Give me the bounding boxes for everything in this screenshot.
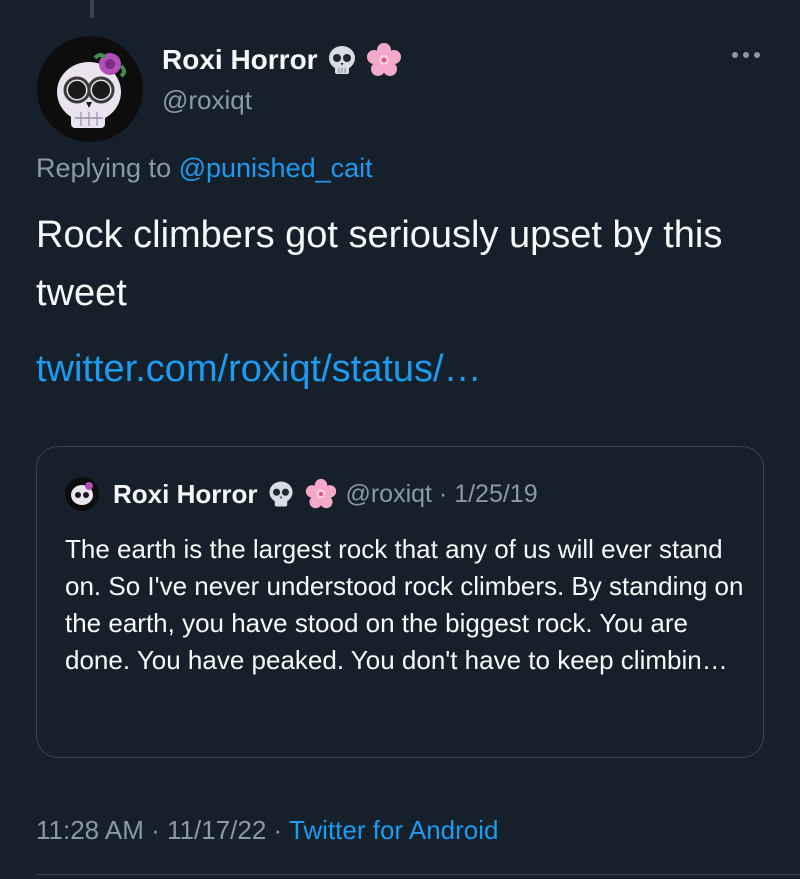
tweet-source-link[interactable]: Twitter for Android <box>289 815 499 845</box>
cherry-blossom-icon <box>366 43 401 76</box>
thread-connector-line <box>90 0 94 18</box>
tweet-timestamp-line: 11:28 AM · 11/17/22 · Twitter for Androi… <box>36 812 499 848</box>
quoted-tweet-header: Roxi Horror @roxiqt · 1/25/19 <box>65 477 538 511</box>
author-handle: @roxiqt <box>162 85 252 115</box>
tweet-author[interactable]: Roxi Horror @roxiqt <box>162 40 402 118</box>
quoted-tweet-text: The earth is the largest rock that any o… <box>65 534 744 675</box>
skull-avatar-icon <box>37 36 143 142</box>
quoted-tweet-card[interactable]: Roxi Horror @roxiqt · 1/25/19 The earth … <box>36 446 764 758</box>
tweet-text: Rock climbers got seriously upset by thi… <box>36 214 723 314</box>
cherry-blossom-icon <box>306 478 337 509</box>
replying-to-handle-link[interactable]: @punished_cait <box>179 153 373 183</box>
dot <box>732 52 738 58</box>
dot <box>743 52 749 58</box>
quoted-handle-date: @roxiqt · 1/25/19 <box>345 479 538 508</box>
replying-prefix: Replying to <box>36 153 179 183</box>
divider <box>36 874 800 875</box>
quoted-author-display-name: Roxi Horror <box>113 478 258 509</box>
skull-icon <box>328 46 355 74</box>
replying-to-line: Replying to @punished_cait <box>36 150 373 186</box>
dot <box>754 52 760 58</box>
skull-icon <box>269 481 294 507</box>
quoted-author-avatar-icon <box>65 477 99 511</box>
avatar[interactable] <box>37 36 143 142</box>
tweet-link[interactable]: twitter.com/roxiqt/status/… <box>36 340 482 398</box>
author-display-name-row: Roxi Horror <box>162 40 402 80</box>
author-display-name: Roxi Horror <box>162 44 318 75</box>
tweet-timestamp: 11:28 AM · 11/17/22 · <box>36 815 289 845</box>
more-options-icon[interactable] <box>732 52 760 58</box>
